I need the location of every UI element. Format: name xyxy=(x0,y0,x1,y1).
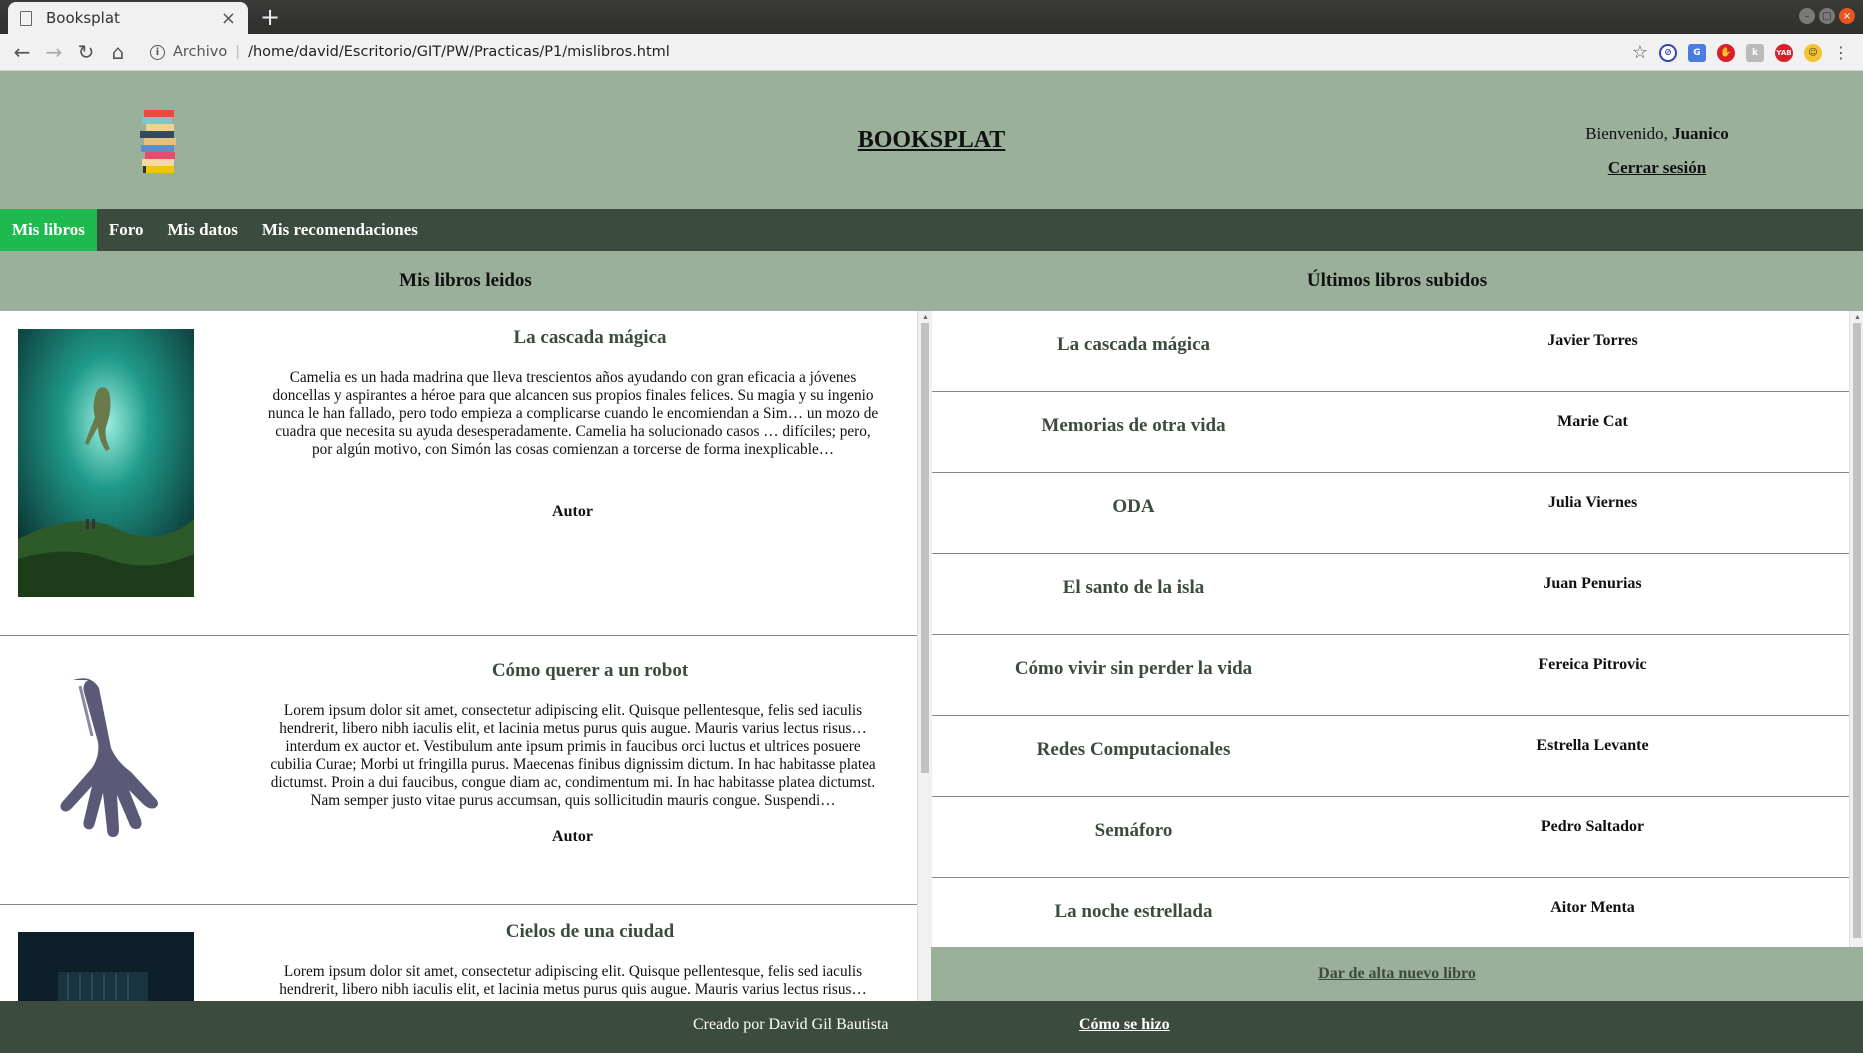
footer-credit: Creado por David Gil Bautista xyxy=(693,1016,889,1033)
row-author: Juan Penurias xyxy=(1543,575,1642,592)
scroll-up-icon[interactable]: ▲ xyxy=(922,313,929,321)
table-row[interactable]: Cómo vivir sin perder la vida Fereica Pi… xyxy=(932,635,1849,716)
logout-link[interactable]: Cerrar sesión xyxy=(1557,158,1757,178)
row-title[interactable]: La cascada mágica xyxy=(932,334,1335,356)
document-icon xyxy=(20,10,32,26)
site-header: BOOKSPLAT Bienvenido, Juanico Cerrar ses… xyxy=(0,71,1863,209)
window-close-icon[interactable]: × xyxy=(1839,8,1855,24)
block-extension-icon[interactable]: ⊘ xyxy=(1659,43,1677,62)
menu-item-mis-libros[interactable]: Mis libros xyxy=(0,209,97,251)
browser-tabbar: Booksplat × + – □ × xyxy=(0,0,1863,34)
bookmark-star-icon[interactable]: ☆ xyxy=(1632,42,1648,63)
table-row[interactable]: La cascada mágica Javier Torres xyxy=(932,311,1849,392)
scroll-thumb[interactable] xyxy=(921,323,929,773)
home-icon[interactable]: ⌂ xyxy=(102,40,134,64)
translate-extension-icon[interactable]: G xyxy=(1688,43,1706,62)
row-author: Javier Torres xyxy=(1547,332,1638,349)
book-card: Cielos de una ciudad Lorem ipsum dolor s… xyxy=(0,905,917,1001)
address-bar[interactable]: i Archivo | /home/david/Escritorio/GIT/P… xyxy=(150,44,670,60)
welcome-text: Bienvenido, Juanico xyxy=(1557,124,1757,144)
book-cover-image[interactable] xyxy=(18,329,194,597)
row-title[interactable]: Memorias de otra vida xyxy=(932,415,1335,437)
how-it-was-made-link[interactable]: Cómo se hizo xyxy=(1079,1016,1170,1034)
emoji-extension-icon[interactable]: ☺ xyxy=(1804,43,1822,62)
book-description: Camelia es un hada madrina que lleva tre… xyxy=(267,369,879,458)
scroll-up-icon[interactable]: ▲ xyxy=(1854,313,1861,321)
row-title[interactable]: ODA xyxy=(932,496,1335,518)
main-menu: Mis libros Foro Mis datos Mis recomendac… xyxy=(0,209,1863,251)
page: BOOKSPLAT Bienvenido, Juanico Cerrar ses… xyxy=(0,71,1863,1053)
table-row[interactable]: Semáforo Pedro Saltador xyxy=(932,797,1849,878)
close-tab-icon[interactable]: × xyxy=(221,8,236,29)
row-title[interactable]: Redes Computacionales xyxy=(932,739,1335,761)
row-title[interactable]: El santo de la isla xyxy=(932,577,1335,599)
row-author: Estrella Levante xyxy=(1536,737,1649,754)
new-tab-icon[interactable]: + xyxy=(260,3,280,31)
book-title[interactable]: Cielos de una ciudad xyxy=(240,921,931,943)
adblock-extension-icon[interactable]: ✋ xyxy=(1717,43,1735,62)
row-title[interactable]: Semáforo xyxy=(932,820,1335,842)
row-title[interactable]: La noche estrellada xyxy=(932,901,1335,923)
scheme-label: Archivo xyxy=(173,44,228,60)
info-icon[interactable]: i xyxy=(150,44,165,60)
menu-item-mis-datos[interactable]: Mis datos xyxy=(156,209,250,251)
row-author: Marie Cat xyxy=(1557,413,1628,430)
row-author: Pedro Saltador xyxy=(1540,818,1645,835)
book-card: La cascada mágica Camelia es un hada mad… xyxy=(0,311,917,636)
table-row[interactable]: Memorias de otra vida Marie Cat xyxy=(932,392,1849,473)
tab-title: Booksplat xyxy=(46,9,120,27)
window-controls: – □ × xyxy=(1799,8,1855,24)
browser-toolbar: ← → ↻ ⌂ i Archivo | /home/david/Escritor… xyxy=(0,34,1863,71)
book-card: Cómo querer a un robot Lorem ipsum dolor… xyxy=(0,636,917,905)
latest-books-scrollbar[interactable]: ▲ xyxy=(1849,311,1863,947)
menu-item-foro[interactable]: Foro xyxy=(97,209,156,251)
read-books-heading: Mis libros leidos xyxy=(0,251,931,311)
browser-tab[interactable]: Booksplat × xyxy=(8,2,248,34)
book-title[interactable]: La cascada mágica xyxy=(240,327,931,349)
yab-extension-icon[interactable]: YAB xyxy=(1775,43,1793,62)
row-author: Aitor Menta xyxy=(1550,899,1635,916)
table-row[interactable]: El santo de la isla Juan Penurias xyxy=(932,554,1849,635)
extension-icons: ☆ ⊘ G ✋ k YAB ☺ ⋮ xyxy=(1632,42,1849,63)
back-arrow-icon[interactable]: ← xyxy=(6,40,38,64)
table-row[interactable]: ODA Julia Viernes xyxy=(932,473,1849,554)
table-row[interactable]: La noche estrellada Aitor Menta xyxy=(932,878,1849,947)
welcome-prefix: Bienvenido, xyxy=(1585,124,1668,143)
minimize-icon[interactable]: – xyxy=(1799,8,1815,24)
latest-books-heading: Últimos libros subidos xyxy=(931,251,1863,311)
username: Juanico xyxy=(1672,124,1729,143)
maximize-icon[interactable]: □ xyxy=(1819,8,1835,24)
menu-item-mis-recomendaciones[interactable]: Mis recomendaciones xyxy=(250,209,430,251)
table-row[interactable]: Redes Computacionales Estrella Levante xyxy=(932,716,1849,797)
row-author: Fereica Pitrovic xyxy=(1538,656,1647,673)
latest-books-table[interactable]: La cascada mágica Javier Torres Memorias… xyxy=(931,311,1849,947)
book-cover-image[interactable] xyxy=(18,932,194,1001)
row-title[interactable]: Cómo vivir sin perder la vida xyxy=(932,658,1335,680)
reload-icon[interactable]: ↻ xyxy=(70,40,102,64)
gray-extension-icon[interactable]: k xyxy=(1746,43,1764,62)
book-description: Lorem ipsum dolor sit amet, consectetur … xyxy=(270,702,876,809)
address-separator: | xyxy=(235,44,241,60)
book-description: Lorem ipsum dolor sit amet, consectetur … xyxy=(279,963,867,998)
book-author: Autor xyxy=(552,828,593,845)
book-title[interactable]: Cómo querer a un robot xyxy=(240,660,931,682)
book-author: Autor xyxy=(552,503,593,520)
read-books-list[interactable]: La cascada mágica Camelia es un hada mad… xyxy=(0,311,931,1001)
site-footer: Creado por David Gil Bautista Cómo se hi… xyxy=(0,1001,1863,1053)
add-book-bar: Dar de alta nuevo libro xyxy=(931,947,1863,1001)
browser-menu-icon[interactable]: ⋮ xyxy=(1833,43,1849,62)
forward-arrow-icon[interactable]: → xyxy=(38,40,70,64)
url-text[interactable]: /home/david/Escritorio/GIT/PW/Practicas/… xyxy=(248,44,670,60)
read-books-scrollbar[interactable]: ▲ xyxy=(917,311,931,1001)
scroll-thumb[interactable] xyxy=(1853,323,1861,938)
row-author: Julia Viernes xyxy=(1547,494,1638,511)
book-cover-image[interactable] xyxy=(18,672,194,847)
add-book-link[interactable]: Dar de alta nuevo libro xyxy=(1318,965,1476,983)
